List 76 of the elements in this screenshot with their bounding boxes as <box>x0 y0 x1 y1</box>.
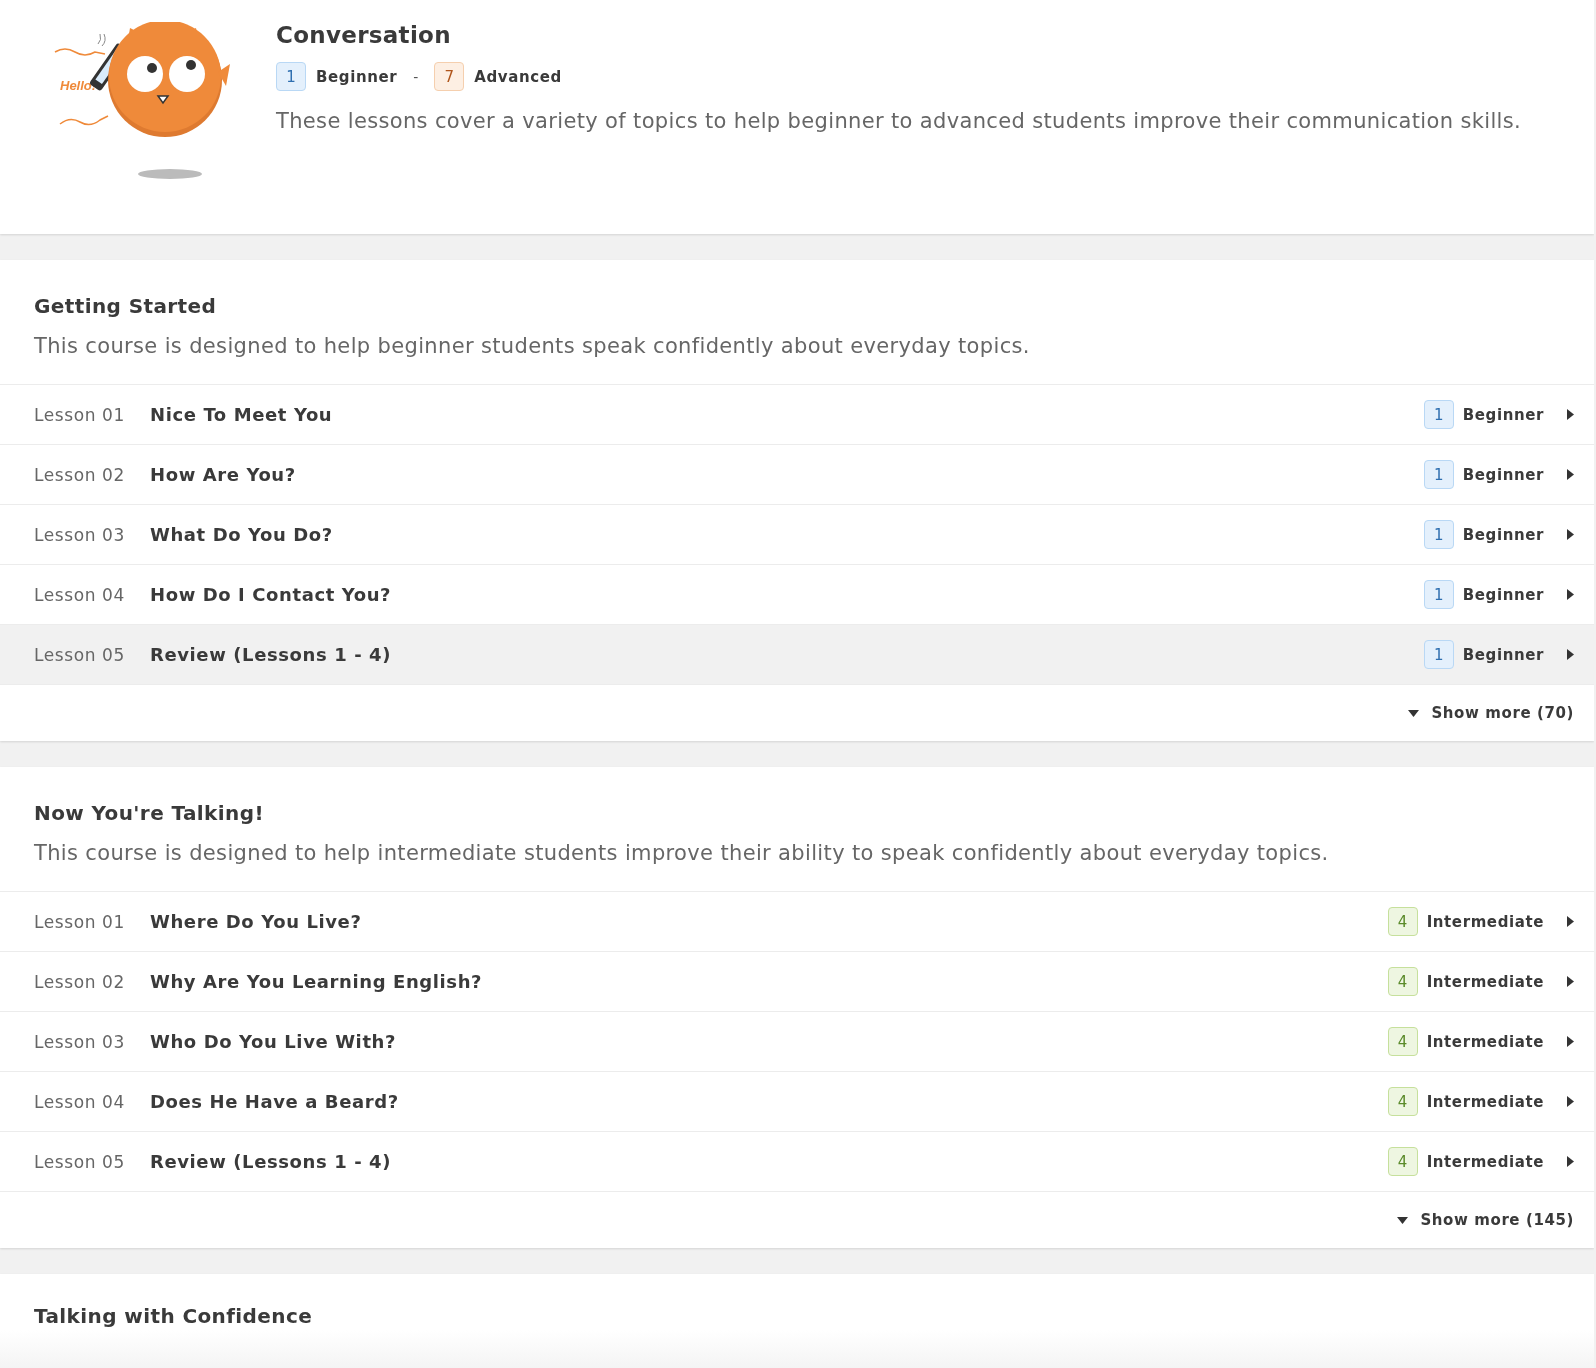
level-label: Beginner <box>1462 585 1544 604</box>
caret-right-icon <box>1567 469 1574 480</box>
show-more-button[interactable]: Show more (70) <box>1408 704 1574 722</box>
lesson-title: How Do I Contact You? <box>150 584 393 605</box>
level-label: Intermediate <box>1426 972 1544 991</box>
level-number: 1 <box>1423 520 1454 549</box>
topic-title: Conversation <box>276 22 452 48</box>
level-number: 1 <box>1423 640 1454 669</box>
level-label: Intermediate <box>1426 912 1544 931</box>
lesson-row[interactable]: Lesson 05 Review (Lessons 1 - 4) 4 Intermediate <box>0 1131 1594 1191</box>
level-label: Advanced <box>474 67 562 86</box>
lesson-number: Lesson 03 <box>34 524 126 545</box>
lesson-title: What Do You Do? <box>150 524 334 545</box>
lesson-row[interactable]: Lesson 02 Why Are You Learning English? 4 Intermediate <box>0 951 1594 1011</box>
caret-right-icon <box>1567 916 1574 927</box>
lesson-number: Lesson 02 <box>34 971 126 992</box>
lesson-number: Lesson 01 <box>34 911 126 932</box>
lesson-title: Nice To Meet You <box>150 404 334 425</box>
level-number: 4 <box>1387 1147 1418 1176</box>
level-label: Intermediate <box>1426 1152 1544 1171</box>
lesson-number: Lesson 02 <box>34 464 126 485</box>
caret-right-icon <box>1567 1156 1574 1167</box>
course-title: Now You're Talking! <box>34 801 265 825</box>
show-more-button[interactable]: Show more (145) <box>1397 1211 1574 1229</box>
lesson-title: Review (Lessons 1 - 4) <box>150 644 393 665</box>
caret-right-icon <box>1567 1096 1574 1107</box>
lesson-number: Lesson 05 <box>34 644 126 665</box>
lesson-title: Review (Lessons 1 - 4) <box>150 1151 393 1172</box>
lesson-row[interactable]: Lesson 05 Review (Lessons 1 - 4) 1 Beginner <box>0 624 1594 684</box>
lesson-row[interactable]: Lesson 02 How Are You? 1 Beginner <box>0 444 1594 504</box>
level-number: 4 <box>1387 1027 1418 1056</box>
lesson-title: How Are You? <box>150 464 297 485</box>
level-label: Intermediate <box>1426 1092 1544 1111</box>
level-number: 1 <box>1423 460 1454 489</box>
lesson-title: Where Do You Live? <box>150 911 363 932</box>
topic-description: These lessons cover a variety of topics to help beginner to advanced students improve their communication skills. <box>276 109 1522 133</box>
level-label: Beginner <box>1462 645 1544 664</box>
lesson-title: Why Are You Learning English? <box>150 971 484 992</box>
lesson-number: Lesson 03 <box>34 1031 126 1052</box>
lesson-title: Does He Have a Beard? <box>150 1091 400 1112</box>
caret-right-icon <box>1567 976 1574 987</box>
lesson-row[interactable]: Lesson 01 Nice To Meet You 1 Beginner <box>0 384 1594 444</box>
level-number: 1 <box>276 62 306 91</box>
range-separator: - <box>413 68 419 85</box>
lesson-row[interactable]: Lesson 04 How Do I Contact You? 1 Beginner <box>0 564 1594 624</box>
lesson-number: Lesson 01 <box>34 404 126 425</box>
level-number: 4 <box>1387 1087 1418 1116</box>
course-title: Getting Started <box>34 294 218 318</box>
caret-right-icon <box>1567 529 1574 540</box>
level-label: Beginner <box>1462 525 1544 544</box>
level-number: 4 <box>1387 967 1418 996</box>
course-description: This course is designed to help intermediate students improve their ability to speak confidently about everyday topics. <box>34 841 1330 865</box>
lesson-title: Who Do You Live With? <box>150 1031 398 1052</box>
lesson-row[interactable]: Lesson 04 Does He Have a Beard? 4 Intermediate <box>0 1071 1594 1131</box>
caret-right-icon <box>1567 409 1574 420</box>
level-number: 1 <box>1423 580 1454 609</box>
lesson-row[interactable]: Lesson 03 Who Do You Live With? 4 Intermediate <box>0 1011 1594 1071</box>
lesson-row[interactable]: Lesson 03 What Do You Do? 1 Beginner <box>0 504 1594 564</box>
caret-right-icon <box>1567 1036 1574 1047</box>
course-title: Talking with Confidence <box>34 1304 314 1328</box>
lesson-number: Lesson 04 <box>34 584 126 605</box>
caret-down-icon <box>1408 709 1420 717</box>
lesson-number: Lesson 05 <box>34 1151 126 1172</box>
caret-right-icon <box>1567 589 1574 600</box>
level-label: Beginner <box>316 67 398 86</box>
course-description: This course is designed to help beginner students speak confidently about everyday topics. <box>34 334 1031 358</box>
level-label: Beginner <box>1462 465 1544 484</box>
level-label: Intermediate <box>1426 1032 1544 1051</box>
level-number: 1 <box>1423 400 1454 429</box>
caret-right-icon <box>1567 649 1574 660</box>
lesson-number: Lesson 04 <box>34 1091 126 1112</box>
level-number: 7 <box>434 62 465 91</box>
level-number: 4 <box>1387 907 1418 936</box>
caret-down-icon <box>1397 1216 1409 1224</box>
level-label: Beginner <box>1462 405 1544 424</box>
lesson-row[interactable]: Lesson 01 Where Do You Live? 4 Intermediate <box>0 891 1594 951</box>
